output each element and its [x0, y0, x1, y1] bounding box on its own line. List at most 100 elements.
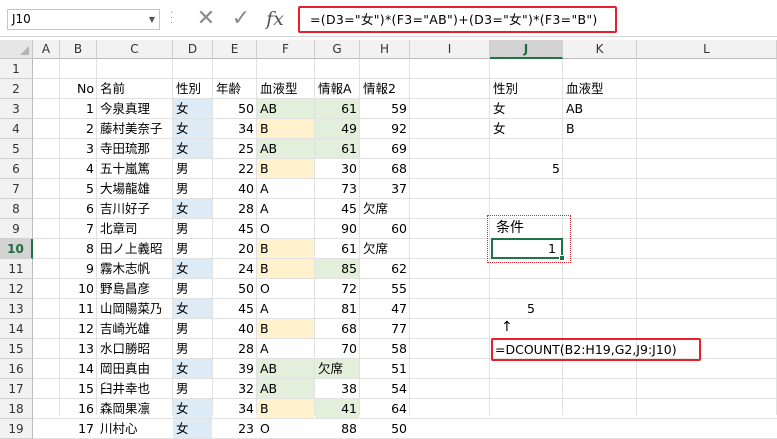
cell-info2[interactable]: 54	[360, 379, 410, 399]
cell-name[interactable]: 大場龍雄	[97, 179, 173, 199]
cell-no[interactable]: 15	[60, 379, 97, 399]
cell-blood[interactable]: B	[257, 239, 315, 259]
cell-no[interactable]: 16	[60, 399, 97, 419]
name-box[interactable]: J10 ▼	[7, 9, 160, 30]
column-header-k[interactable]: K	[563, 40, 637, 59]
cell-info2[interactable]: 51	[360, 359, 410, 379]
cell-age[interactable]: 50	[213, 99, 257, 119]
column-header-a[interactable]: A	[33, 40, 60, 59]
cell-no[interactable]: 2	[60, 119, 97, 139]
cell-info2[interactable]: 37	[360, 179, 410, 199]
cell-info-a[interactable]: 61	[315, 139, 360, 159]
cell-gender[interactable]: 男	[173, 159, 213, 179]
cell-info-a[interactable]: 38	[315, 379, 360, 399]
cell-gender[interactable]: 男	[173, 279, 213, 299]
cell-info2[interactable]: 55	[360, 279, 410, 299]
cell-no[interactable]: 5	[60, 179, 97, 199]
row-header-13[interactable]: 13	[0, 299, 33, 319]
cell-name[interactable]: 野島昌彦	[97, 279, 173, 299]
cell-info-a[interactable]: 90	[315, 219, 360, 239]
cell-name[interactable]: 田ノ上義昭	[97, 239, 173, 259]
header-gender[interactable]: 性別	[173, 79, 213, 99]
cell-name[interactable]: 岡田真由	[97, 359, 173, 379]
dcount-formula[interactable]: =DCOUNT(B2:H19,G2,J9:J10)	[492, 340, 697, 359]
header-info2[interactable]: 情報2	[360, 79, 410, 99]
cell-blood[interactable]: B	[257, 319, 315, 339]
row-header-16[interactable]: 16	[0, 359, 33, 379]
criteria-header-blood[interactable]: 血液型	[563, 79, 637, 99]
row-header-5[interactable]: 5	[0, 139, 33, 159]
cell-name[interactable]: 吉崎光雄	[97, 319, 173, 339]
cell-gender[interactable]: 女	[173, 119, 213, 139]
header-info-a[interactable]: 情報A	[315, 79, 360, 99]
cell-age[interactable]: 24	[213, 259, 257, 279]
column-header-l[interactable]: L	[637, 40, 777, 59]
cell-blood[interactable]: B	[257, 159, 315, 179]
cell-info2[interactable]: 92	[360, 119, 410, 139]
cell-gender[interactable]: 女	[173, 199, 213, 219]
cell-no[interactable]: 9	[60, 259, 97, 279]
cell-info2[interactable]: 59	[360, 99, 410, 119]
formula-input[interactable]: =(D3="女")*(F3="AB")+(D3="女")*(F3="B")	[298, 6, 617, 33]
cell-blood[interactable]: A	[257, 339, 315, 359]
resize-handle[interactable]: · · ·	[170, 9, 176, 29]
row-header-14[interactable]: 14	[0, 319, 33, 339]
cell-no[interactable]: 3	[60, 139, 97, 159]
cell-blood[interactable]: A	[257, 179, 315, 199]
header-name[interactable]: 名前	[97, 79, 173, 99]
column-header-d[interactable]: D	[173, 40, 213, 59]
cell-name[interactable]: 川村心	[97, 419, 173, 439]
cell-gender[interactable]: 女	[173, 399, 213, 419]
cell-age[interactable]: 23	[213, 419, 257, 439]
cell-gender[interactable]: 男	[173, 179, 213, 199]
row-header-6[interactable]: 6	[0, 159, 33, 179]
cell-age[interactable]: 34	[213, 119, 257, 139]
cell-name[interactable]: 北章司	[97, 219, 173, 239]
column-header-b[interactable]: B	[60, 40, 97, 59]
cell-info2[interactable]: 欠席	[360, 199, 410, 219]
condition-label[interactable]: 条件	[493, 219, 566, 238]
row-header-1[interactable]: 1	[0, 59, 33, 79]
condition-value[interactable]: 1	[490, 239, 559, 258]
count-result[interactable]: 5	[490, 159, 563, 179]
cell-name[interactable]: 吉川好子	[97, 199, 173, 219]
cell-info2[interactable]: 58	[360, 339, 410, 359]
cell-info2[interactable]: 欠席	[360, 239, 410, 259]
chevron-down-icon[interactable]: ▼	[149, 10, 155, 29]
row-header-17[interactable]: 17	[0, 379, 33, 399]
cell-age[interactable]: 22	[213, 159, 257, 179]
column-header-g[interactable]: G	[315, 40, 360, 59]
row-header-15[interactable]: 15	[0, 339, 33, 359]
cell-info-a[interactable]: 73	[315, 179, 360, 199]
criteria-blood[interactable]: AB	[563, 99, 637, 119]
check-icon[interactable]: ✓	[226, 6, 256, 32]
column-header-h[interactable]: H	[360, 40, 410, 59]
cell-info-a[interactable]: 70	[315, 339, 360, 359]
cell-blood[interactable]: B	[257, 119, 315, 139]
cell-info-a[interactable]: 41	[315, 399, 360, 419]
row-header-2[interactable]: 2	[0, 79, 33, 99]
row-header-3[interactable]: 3	[0, 99, 33, 119]
cell-info2[interactable]: 62	[360, 259, 410, 279]
cell-gender[interactable]: 男	[173, 219, 213, 239]
cell-name[interactable]: 藤村美奈子	[97, 119, 173, 139]
cell-gender[interactable]: 女	[173, 259, 213, 279]
cell-info-a[interactable]: 30	[315, 159, 360, 179]
cell-gender[interactable]: 男	[173, 319, 213, 339]
cell-name[interactable]: 霧木志帆	[97, 259, 173, 279]
cell-name[interactable]: 山岡陽菜乃	[97, 299, 173, 319]
column-header-i[interactable]: I	[410, 40, 490, 59]
cell-info-a[interactable]: 61	[315, 239, 360, 259]
dcount-result[interactable]: 5	[524, 299, 554, 318]
cell-info-a[interactable]: 61	[315, 99, 360, 119]
cell-age[interactable]: 28	[213, 339, 257, 359]
cell-blood[interactable]: AB	[257, 359, 315, 379]
cell-no[interactable]: 12	[60, 319, 97, 339]
cell-no[interactable]: 8	[60, 239, 97, 259]
header-no[interactable]: No	[60, 79, 97, 99]
cell-age[interactable]: 45	[213, 219, 257, 239]
row-header-11[interactable]: 11	[0, 259, 33, 279]
cell-no[interactable]: 10	[60, 279, 97, 299]
cell-age[interactable]: 25	[213, 139, 257, 159]
cell-blood[interactable]: O	[257, 219, 315, 239]
